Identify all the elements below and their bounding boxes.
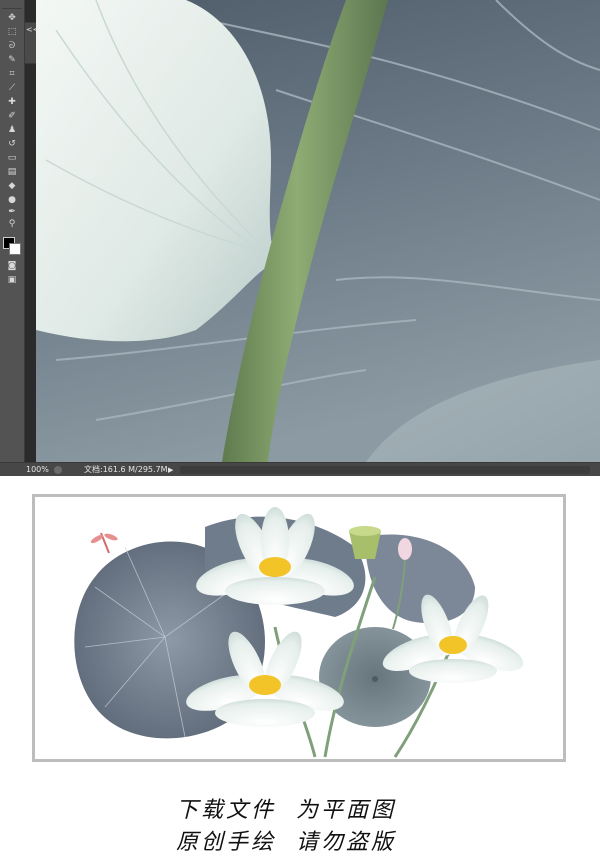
eraser-tool-icon[interactable]: ▭ (4, 152, 20, 164)
eyedropper-tool-icon[interactable]: ⟋ (4, 82, 20, 94)
document-canvas[interactable] (36, 0, 600, 462)
horizontal-scrollbar[interactable] (180, 466, 590, 474)
pale-lotus-leaf (36, 0, 276, 342)
blur-tool-icon[interactable]: ◆ (4, 180, 20, 192)
clone-stamp-tool-icon[interactable]: ♟ (4, 124, 20, 136)
background-color-swatch[interactable] (9, 243, 21, 255)
gradient-tool-icon[interactable]: ▤ (4, 166, 20, 178)
watermark-caption: 下载文件 为平面图 原创手绘 请勿盗版 (0, 782, 600, 855)
image-editor-window: ✥ ⬚ ᘐ ✎ ⌗ ⟋ ✚ ✐ ♟ ↺ ▭ ▤ ◆ ● ✒ ⚲ ◙ ▣ << 1… (0, 0, 600, 476)
history-brush-tool-icon[interactable]: ↺ (4, 138, 20, 150)
screen-mode-icon[interactable]: ▣ (4, 274, 20, 286)
zoom-level[interactable]: 100% (26, 463, 49, 476)
status-bar: 100% 文档:161.6 M/295.7M ▶ (0, 462, 600, 476)
status-menu-arrow-icon[interactable]: ▶ (168, 463, 173, 476)
pen-tool-icon[interactable]: ✒ (4, 206, 20, 218)
healing-tool-icon[interactable]: ✚ (4, 96, 20, 108)
marquee-tool-icon[interactable]: ⬚ (4, 26, 20, 38)
document-info: 文档:161.6 M/295.7M (84, 465, 168, 474)
caption-line-2: 原创手绘 请勿盗版 (176, 830, 396, 855)
dragonfly (90, 532, 118, 554)
lotus-leaf-right (365, 534, 475, 624)
status-info-icon[interactable] (54, 466, 62, 474)
artwork-preview (32, 494, 566, 762)
caption-line-1: 下载文件 为平面图 (176, 798, 396, 823)
panel-grip[interactable] (2, 2, 22, 9)
quick-mask-icon[interactable]: ◙ (4, 260, 20, 272)
lasso-tool-icon[interactable]: ᘐ (4, 40, 20, 52)
quick-select-tool-icon[interactable]: ✎ (4, 54, 20, 66)
brush-tool-icon[interactable]: ✐ (4, 110, 20, 122)
tools-panel: ✥ ⬚ ᘐ ✎ ⌗ ⟋ ✚ ✐ ♟ ↺ ▭ ▤ ◆ ● ✒ ⚲ ◙ ▣ (0, 0, 25, 462)
dodge-tool-icon[interactable]: ● (4, 194, 20, 206)
zoom-tool-icon[interactable]: ⚲ (4, 218, 20, 230)
crop-tool-icon[interactable]: ⌗ (4, 68, 20, 80)
lotus-illustration (74, 507, 524, 758)
move-tool-icon[interactable]: ✥ (4, 12, 20, 24)
